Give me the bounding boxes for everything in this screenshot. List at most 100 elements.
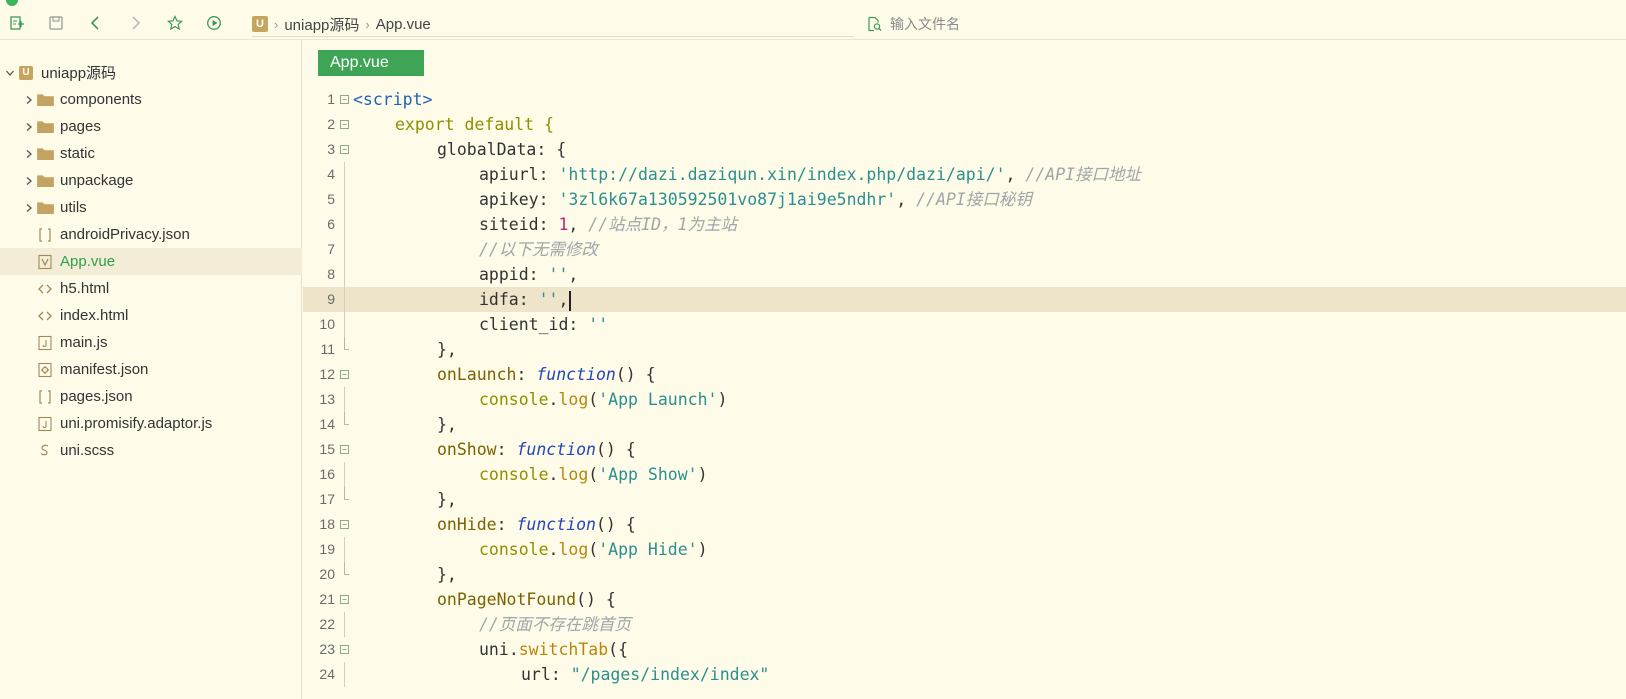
forward-button[interactable] (125, 13, 145, 33)
tree-root-project[interactable]: U uniapp源码 (0, 59, 302, 86)
code-text: idfa: '', (479, 287, 572, 312)
code-editor: App.vue 1 − <script> 2 − export default … (303, 40, 1626, 699)
project-explorer: U uniapp源码 components pages static unpac… (0, 40, 302, 699)
breadcrumb-file[interactable]: App.vue (376, 16, 431, 33)
fold-toggle-icon[interactable]: − (340, 595, 349, 604)
tree-folder-utils[interactable]: utils (0, 194, 302, 221)
tree-item-label: unpackage (60, 172, 134, 189)
js-file-icon (36, 416, 54, 432)
tree-file-pages-json[interactable]: pages.json (0, 383, 302, 410)
line-number: 17 (319, 491, 335, 507)
tree-folder-components[interactable]: components (0, 86, 302, 113)
json-file-icon (36, 227, 54, 243)
tab-app-vue[interactable]: App.vue (318, 50, 424, 76)
code-text: }, (437, 565, 457, 584)
tree-file-index-html[interactable]: index.html (0, 302, 302, 329)
tree-file-uni-scss[interactable]: uni.scss (0, 437, 302, 464)
tree-file-main-js[interactable]: main.js (0, 329, 302, 356)
code-line: 3 − globalData: { (303, 137, 1626, 162)
code-text: uni.switchTab({ (479, 640, 629, 659)
code-line: 4 apiurl: 'http://dazi.daziqun.xin/index… (303, 162, 1626, 187)
code-line: 10 client_id: '' (303, 312, 1626, 337)
tree-item-label: pages.json (60, 388, 133, 405)
code-text: siteid: 1, //站点ID，1为主站 (479, 215, 737, 234)
code-line: 19 console.log('App Hide') (303, 537, 1626, 562)
fold-toggle-icon[interactable]: − (340, 445, 349, 454)
text-cursor (569, 290, 572, 311)
fold-toggle-icon[interactable]: − (340, 145, 349, 154)
tree-item-label: utils (60, 199, 87, 216)
tree-item-label: index.html (60, 307, 129, 324)
file-search-icon (868, 16, 882, 32)
line-number: 23 (319, 641, 335, 657)
code-line: 23 − uni.switchTab({ (303, 637, 1626, 662)
chevron-right-icon (22, 120, 36, 134)
code-line: 5 apikey: '3zl6k67a130592501vo87j1ai9e5n… (303, 187, 1626, 212)
back-button[interactable] (86, 13, 106, 33)
folder-icon (36, 146, 54, 162)
fold-toggle-icon[interactable]: − (340, 520, 349, 529)
fold-toggle-icon[interactable]: − (340, 645, 349, 654)
fold-end-guide (344, 412, 349, 425)
tree-item-label: uni.promisify.adaptor.js (60, 415, 213, 432)
save-button[interactable] (46, 13, 66, 33)
line-number: 5 (327, 191, 335, 207)
tree-item-label: manifest.json (60, 361, 149, 378)
fold-guide (344, 537, 345, 562)
code-line: 14 }, (303, 412, 1626, 437)
tree-file-uni-promisify-adaptor-js[interactable]: uni.promisify.adaptor.js (0, 410, 302, 437)
fold-guide (344, 212, 345, 237)
code-text: export default { (395, 115, 554, 134)
line-number: 6 (327, 216, 335, 232)
breadcrumb-underline (252, 36, 854, 37)
line-number: 20 (319, 566, 335, 582)
line-number: 16 (319, 466, 335, 482)
code-text: onLaunch: function() { (437, 365, 656, 384)
tree-folder-unpackage[interactable]: unpackage (0, 167, 302, 194)
tree-file-manifest-json[interactable]: manifest.json (0, 356, 302, 383)
tree-file-app-vue[interactable]: App.vue (0, 248, 302, 275)
vue-file-icon (36, 254, 54, 270)
code-text: console.log('App Show') (479, 465, 708, 484)
new-file-icon (10, 16, 24, 30)
html-file-icon (36, 281, 54, 297)
line-number: 10 (319, 316, 335, 332)
fold-guide (344, 287, 345, 312)
line-number: 15 (319, 441, 335, 457)
code-area[interactable]: 1 − <script> 2 − export default { 3 − gl… (303, 87, 1626, 699)
run-button[interactable] (204, 13, 224, 33)
line-number: 19 (319, 541, 335, 557)
code-text: console.log('App Hide') (479, 540, 708, 559)
code-text: appid: '', (479, 265, 579, 284)
code-text: }, (437, 415, 457, 434)
code-line: 1 − <script> (303, 87, 1626, 112)
favorite-button[interactable] (165, 13, 185, 33)
tree-folder-static[interactable]: static (0, 140, 302, 167)
tree-item-label: main.js (60, 334, 108, 351)
tree-item-label: androidPrivacy.json (60, 226, 190, 243)
fold-guide (344, 662, 345, 687)
code-line: 12 − onLaunch: function() { (303, 362, 1626, 387)
chevron-right-icon: › (365, 16, 370, 32)
code-text: console.log('App Launch') (479, 390, 728, 409)
line-number: 3 (327, 141, 335, 157)
toolbar: U › uniapp源码 › App.vue (0, 0, 1626, 40)
code-text: apiurl: 'http://dazi.daziqun.xin/index.p… (479, 165, 1142, 184)
fold-toggle-icon[interactable]: − (340, 95, 349, 104)
code-line: 2 − export default { (303, 112, 1626, 137)
tree-folder-pages[interactable]: pages (0, 113, 302, 140)
fold-toggle-icon[interactable]: − (340, 120, 349, 129)
new-file-button[interactable] (7, 13, 27, 33)
line-number: 2 (327, 116, 335, 132)
tree-item-label: App.vue (60, 253, 116, 270)
tree-file-androidprivacy-json[interactable]: androidPrivacy.json (0, 221, 302, 248)
fold-toggle-icon[interactable]: − (340, 370, 349, 379)
file-search-input[interactable] (890, 16, 1190, 32)
tree-file-h5-html[interactable]: h5.html (0, 275, 302, 302)
code-line: 8 appid: '', (303, 262, 1626, 287)
folder-icon (36, 200, 54, 216)
code-text: //以下无需修改 (479, 240, 598, 259)
breadcrumb-project[interactable]: uniapp源码 (284, 14, 359, 35)
fold-guide (344, 237, 345, 262)
line-number: 22 (319, 616, 335, 632)
